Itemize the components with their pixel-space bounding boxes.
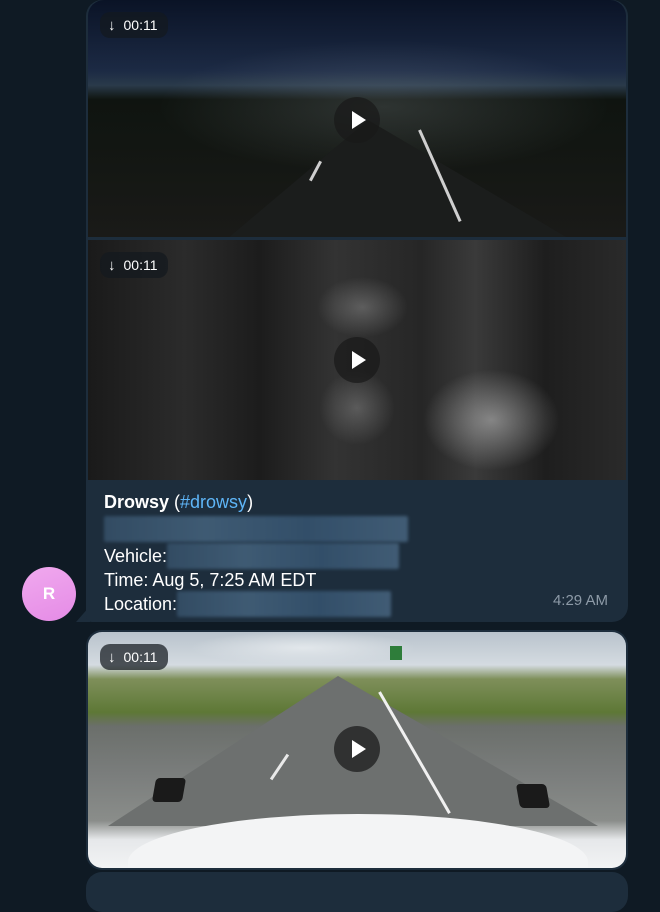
vehicle-field: Vehicle: bbox=[104, 543, 614, 569]
play-icon bbox=[352, 111, 366, 129]
location-label: Location: bbox=[104, 594, 178, 614]
sender-avatar[interactable]: R bbox=[22, 567, 76, 621]
message-bubble: ↓ 00:11 bbox=[86, 630, 628, 870]
highway-sign bbox=[390, 646, 402, 660]
play-button[interactable] bbox=[334, 726, 380, 772]
road-shape bbox=[228, 120, 568, 237]
play-button[interactable] bbox=[334, 337, 380, 383]
play-icon bbox=[352, 351, 366, 369]
video-thumbnail-road-day[interactable]: ↓ 00:11 bbox=[88, 632, 626, 868]
video-duration: 00:11 bbox=[123, 257, 158, 273]
play-button[interactable] bbox=[334, 97, 380, 143]
video-duration-badge[interactable]: ↓ 00:11 bbox=[100, 252, 168, 278]
play-icon bbox=[352, 740, 366, 758]
hashtag-close: ) bbox=[247, 492, 254, 512]
message-timestamp: 4:29 AM bbox=[552, 592, 608, 609]
side-mirror bbox=[515, 784, 551, 808]
video-duration-badge[interactable]: ↓ 00:11 bbox=[100, 12, 168, 38]
video-duration: 00:11 bbox=[123, 649, 158, 665]
vehicle-label: Vehicle: bbox=[104, 546, 168, 566]
message-bubble: ↓ 00:11 ↓ 00:11 Drowsy (#drowsy) Vehicle… bbox=[86, 0, 628, 622]
video-duration: 00:11 bbox=[123, 17, 158, 33]
hashtag-link[interactable]: #drowsy bbox=[180, 492, 247, 512]
redacted-text bbox=[104, 516, 408, 542]
location-field: Location: bbox=[104, 591, 614, 617]
download-arrow-icon: ↓ bbox=[108, 256, 116, 274]
video-thumbnail-cab[interactable]: ↓ 00:11 bbox=[88, 240, 626, 480]
video-thumbnail-road-night[interactable]: ↓ 00:11 bbox=[88, 0, 626, 237]
event-title: Drowsy bbox=[104, 492, 170, 512]
caption-title-line: Drowsy (#drowsy) bbox=[104, 490, 614, 514]
sky bbox=[88, 632, 626, 672]
download-arrow-icon: ↓ bbox=[108, 16, 116, 34]
video-duration-badge[interactable]: ↓ 00:11 bbox=[100, 644, 168, 670]
time-field: Time: Aug 5, 7:25 AM EDT bbox=[104, 568, 614, 592]
message-caption: Drowsy (#drowsy) Vehicle: Time: Aug 5, 7… bbox=[104, 490, 614, 617]
message-bubble-partial bbox=[86, 872, 628, 912]
redacted-location bbox=[177, 591, 392, 617]
redacted-vehicle bbox=[167, 543, 400, 569]
time-label: Time: Aug 5, 7:25 AM EDT bbox=[104, 570, 317, 590]
side-mirror bbox=[151, 778, 187, 802]
hashtag-open: ( bbox=[169, 492, 181, 512]
download-arrow-icon: ↓ bbox=[108, 648, 116, 666]
avatar-initial: R bbox=[42, 584, 56, 603]
